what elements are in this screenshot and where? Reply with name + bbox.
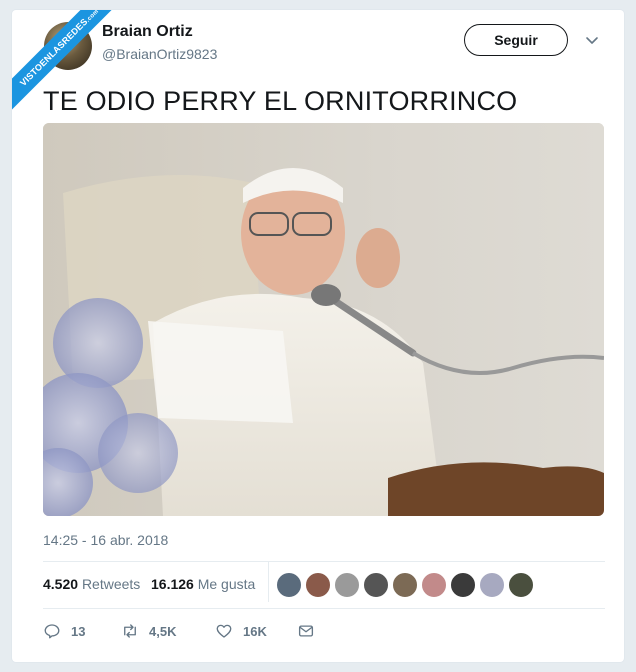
- watermark-label: VISTOENLASREDES: [17, 16, 90, 89]
- like-count: 16K: [243, 623, 267, 639]
- direct-message-button[interactable]: [297, 622, 325, 640]
- tweet-card: VISTOENLASREDES.com Braian Ortiz @Braian…: [12, 10, 624, 662]
- liker-avatar[interactable]: [392, 572, 418, 598]
- liker-avatar[interactable]: [334, 572, 360, 598]
- watermark-ribbon: VISTOENLASREDES.com: [12, 10, 132, 130]
- divider: [43, 608, 605, 609]
- stats-separator: [268, 562, 269, 602]
- retweet-count: 4,5K: [149, 623, 177, 639]
- retweet-button[interactable]: 4,5K: [121, 622, 176, 640]
- tweet-photo[interactable]: [43, 123, 604, 516]
- likes-label: Me gusta: [197, 576, 256, 592]
- liker-avatar[interactable]: [276, 572, 302, 598]
- liker-avatar[interactable]: [421, 572, 447, 598]
- liker-avatar[interactable]: [305, 572, 331, 598]
- retweets-label: Retweets: [81, 576, 141, 592]
- retweet-icon: [124, 624, 136, 638]
- liker-avatar[interactable]: [479, 572, 505, 598]
- reply-button[interactable]: 13: [43, 622, 85, 640]
- direct-message-icon: [298, 625, 314, 637]
- liker-avatar[interactable]: [508, 572, 534, 598]
- likes-stat[interactable]: 16.126 Me gusta: [151, 576, 255, 592]
- likes-count: 16.126: [151, 576, 194, 592]
- heart-icon: [216, 624, 232, 638]
- divider: [43, 561, 605, 562]
- watermark-text: VISTOENLASREDES.com: [12, 10, 127, 115]
- liker-avatar[interactable]: [450, 572, 476, 598]
- reply-count: 13: [71, 623, 86, 639]
- tweet-timestamp[interactable]: 14:25 - 16 abr. 2018: [43, 532, 168, 548]
- retweets-count: 4.520: [43, 576, 79, 592]
- liker-avatar[interactable]: [363, 572, 389, 598]
- photo-illustration: [43, 123, 604, 516]
- reply-icon: [44, 624, 60, 639]
- retweets-stat[interactable]: 4.520 Retweets: [43, 576, 140, 592]
- follow-button[interactable]: Seguir: [464, 24, 568, 56]
- like-button[interactable]: 16K: [215, 622, 267, 640]
- watermark-sub: .com: [85, 10, 101, 24]
- chevron-down-icon[interactable]: [584, 32, 600, 48]
